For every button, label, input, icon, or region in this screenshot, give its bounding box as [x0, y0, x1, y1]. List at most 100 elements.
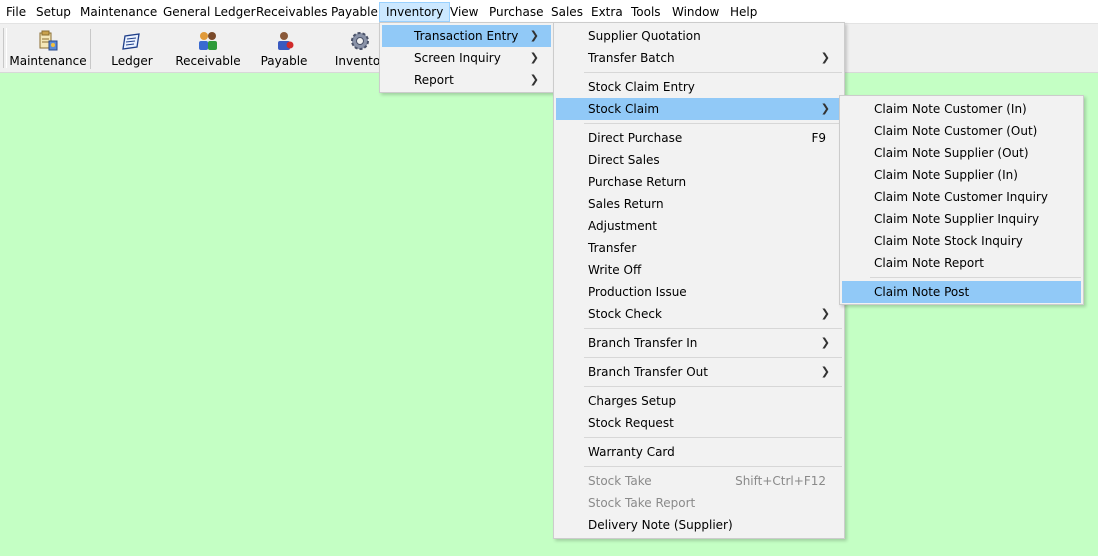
chevron-right-icon: ❯	[529, 51, 539, 64]
menu-item-claim-note-customer-out[interactable]: Claim Note Customer (Out)	[842, 120, 1081, 142]
chevron-right-icon: ❯	[820, 336, 830, 349]
maintenance-icon	[39, 30, 58, 51]
menu-item-purchase-return[interactable]: Purchase Return	[556, 171, 842, 193]
menu-item-stock-take[interactable]: Stock Take Shift+Ctrl+F12	[556, 470, 842, 492]
menu-item-branch-transfer-in[interactable]: Branch Transfer In ❯	[556, 332, 842, 354]
menu-item-label: Adjustment	[588, 219, 657, 233]
menu-general-ledger[interactable]: General Ledger	[157, 2, 262, 22]
menu-window[interactable]: Window	[666, 2, 725, 22]
menu-item-label: Supplier Quotation	[588, 29, 701, 43]
menu-item-label: Stock Take Report	[588, 496, 696, 510]
menu-item-label: Claim Note Customer (Out)	[874, 124, 1038, 138]
toolbar-ledger-label: Ledger	[111, 54, 153, 68]
menu-item-branch-transfer-out[interactable]: Branch Transfer Out ❯	[556, 361, 842, 383]
menu-sales[interactable]: Sales	[545, 2, 589, 22]
menu-item-claim-note-customer-in[interactable]: Claim Note Customer (In)	[842, 98, 1081, 120]
menu-item-label: Transaction Entry	[414, 29, 519, 43]
menu-separator	[584, 328, 842, 329]
menu-item-label: Warranty Card	[588, 445, 675, 459]
menu-separator	[584, 123, 842, 124]
menu-item-warranty-card[interactable]: Warranty Card	[556, 441, 842, 463]
menu-item-supplier-quotation[interactable]: Supplier Quotation	[556, 25, 842, 47]
menu-item-claim-note-report[interactable]: Claim Note Report	[842, 252, 1081, 274]
menu-bar: File Setup Maintenance General Ledger Re…	[0, 0, 1098, 24]
menu-item-label: Transfer Batch	[588, 51, 675, 65]
menu-item-label: Claim Note Report	[874, 256, 984, 270]
menu-item-delivery-note-supplier[interactable]: Delivery Note (Supplier)	[556, 514, 842, 536]
menu-item-stock-check[interactable]: Stock Check ❯	[556, 303, 842, 325]
menu-view[interactable]: View	[444, 2, 484, 22]
menu-item-label: Report	[414, 73, 454, 87]
menu-item-label: Direct Sales	[588, 153, 660, 167]
transaction-entry-menu: Supplier Quotation Transfer Batch ❯ Stock…	[553, 22, 845, 539]
menu-receivables[interactable]: Receivables	[250, 2, 334, 22]
menu-item-stock-take-report[interactable]: Stock Take Report	[556, 492, 842, 514]
menu-maintenance[interactable]: Maintenance	[74, 2, 163, 22]
chevron-right-icon: ❯	[529, 29, 539, 42]
toolbar-payable-button[interactable]: Payable	[244, 27, 324, 71]
shortcut-label: F9	[811, 131, 826, 145]
menu-separator	[584, 437, 842, 438]
toolbar-ledger-button[interactable]: Ledger	[92, 27, 172, 71]
menu-setup[interactable]: Setup	[30, 2, 77, 22]
toolbar-grip[interactable]	[3, 28, 7, 68]
menu-item-label: Claim Note Supplier (In)	[874, 168, 1018, 182]
menu-item-stock-claim-entry[interactable]: Stock Claim Entry	[556, 76, 842, 98]
menu-item-adjustment[interactable]: Adjustment	[556, 215, 842, 237]
menu-item-transfer[interactable]: Transfer	[556, 237, 842, 259]
menu-item-claim-note-customer-inquiry[interactable]: Claim Note Customer Inquiry	[842, 186, 1081, 208]
menu-item-direct-sales[interactable]: Direct Sales	[556, 149, 842, 171]
menu-item-sales-return[interactable]: Sales Return	[556, 193, 842, 215]
menu-inventory[interactable]: Inventory	[379, 2, 451, 22]
menu-item-claim-note-stock-inquiry[interactable]: Claim Note Stock Inquiry	[842, 230, 1081, 252]
menu-tools[interactable]: Tools	[625, 2, 667, 22]
toolbar-maintenance-button[interactable]: Maintenance	[8, 27, 88, 71]
menu-separator	[870, 277, 1081, 278]
menu-item-claim-note-supplier-in[interactable]: Claim Note Supplier (In)	[842, 164, 1081, 186]
menu-item-label: Direct Purchase	[588, 131, 683, 145]
menu-item-label: Stock Claim Entry	[588, 80, 695, 94]
menu-item-label: Claim Note Stock Inquiry	[874, 234, 1023, 248]
menu-separator	[584, 72, 842, 73]
inventory-gear-icon	[351, 32, 369, 50]
chevron-right-icon: ❯	[820, 365, 830, 378]
toolbar-separator	[90, 29, 91, 69]
menu-item-write-off[interactable]: Write Off	[556, 259, 842, 281]
toolbar-receivable-button[interactable]: Receivable	[168, 27, 248, 71]
toolbar-receivable-label: Receivable	[175, 54, 241, 68]
payable-icon	[278, 32, 294, 50]
menu-item-report[interactable]: Report ❯	[382, 69, 551, 91]
chevron-right-icon: ❯	[820, 102, 830, 115]
menu-item-transfer-batch[interactable]: Transfer Batch ❯	[556, 47, 842, 69]
menu-item-screen-inquiry[interactable]: Screen Inquiry ❯	[382, 47, 551, 69]
menu-item-direct-purchase[interactable]: Direct Purchase F9	[556, 127, 842, 149]
menu-file[interactable]: File	[0, 2, 32, 22]
toolbar-maintenance-label: Maintenance	[9, 54, 87, 68]
inventory-menu: Transaction Entry ❯ Screen Inquiry ❯ Rep…	[379, 22, 554, 93]
menu-item-claim-note-post[interactable]: Claim Note Post	[842, 281, 1081, 303]
menu-item-label: Screen Inquiry	[414, 51, 501, 65]
menu-item-label: Claim Note Customer Inquiry	[874, 190, 1048, 204]
shortcut-label: Shift+Ctrl+F12	[735, 474, 826, 488]
menu-item-production-issue[interactable]: Production Issue	[556, 281, 842, 303]
menu-item-claim-note-supplier-out[interactable]: Claim Note Supplier (Out)	[842, 142, 1081, 164]
menu-item-label: Delivery Note (Supplier)	[588, 518, 733, 532]
menu-item-label: Claim Note Customer (In)	[874, 102, 1027, 116]
menu-item-charges-setup[interactable]: Charges Setup	[556, 390, 842, 412]
toolbar-payable-label: Payable	[260, 54, 308, 68]
receivable-icon	[199, 32, 217, 50]
menu-payable[interactable]: Payable	[325, 2, 384, 22]
chevron-right-icon: ❯	[820, 51, 830, 64]
menu-item-transaction-entry[interactable]: Transaction Entry ❯	[382, 25, 551, 47]
menu-item-stock-request[interactable]: Stock Request	[556, 412, 842, 434]
menu-purchase[interactable]: Purchase	[483, 2, 550, 22]
menu-separator	[584, 466, 842, 467]
menu-item-label: Purchase Return	[588, 175, 687, 189]
menu-item-label: Production Issue	[588, 285, 687, 299]
ledger-icon	[122, 33, 140, 50]
menu-separator	[584, 386, 842, 387]
menu-help[interactable]: Help	[724, 2, 763, 22]
menu-item-stock-claim[interactable]: Stock Claim ❯	[556, 98, 842, 120]
menu-item-claim-note-supplier-inquiry[interactable]: Claim Note Supplier Inquiry	[842, 208, 1081, 230]
menu-extra[interactable]: Extra	[585, 2, 629, 22]
